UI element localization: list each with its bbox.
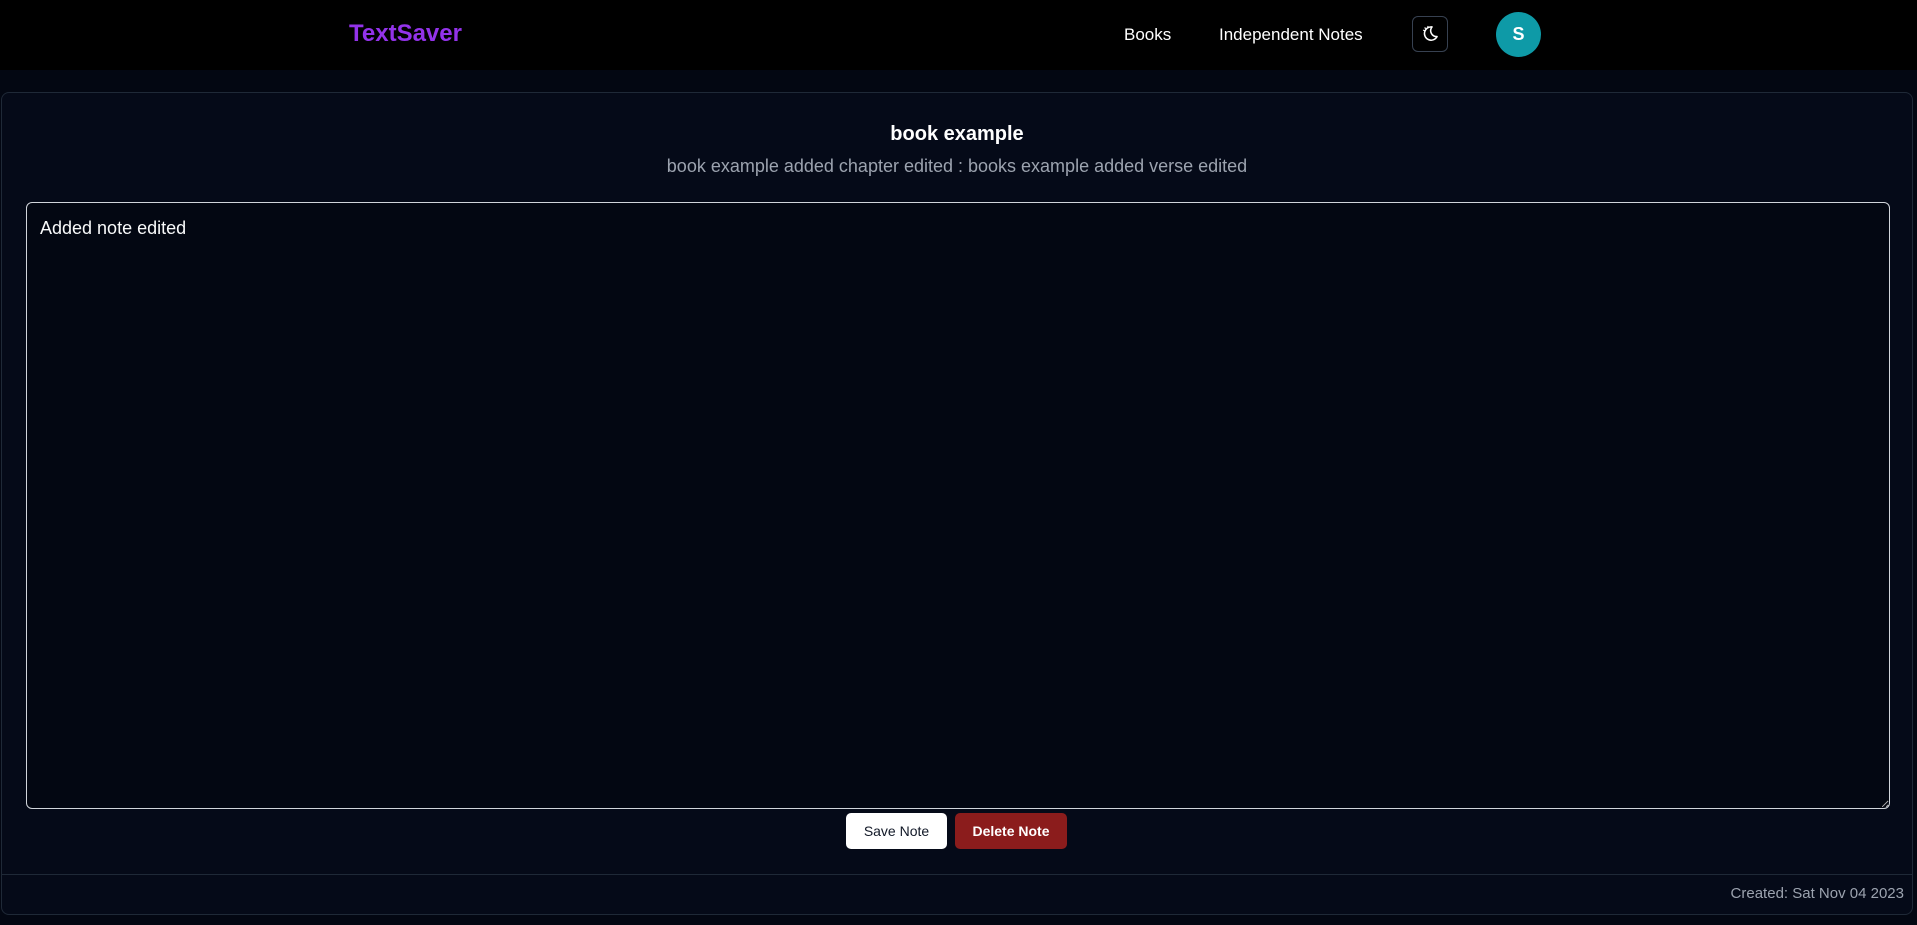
top-navbar: TextSaver Books Independent Notes S	[0, 0, 1917, 70]
user-avatar[interactable]: S	[1496, 12, 1541, 57]
chapter-verse-subtitle: book example added chapter edited : book…	[666, 156, 1248, 176]
created-date: Created: Sat Nov 04 2023	[1730, 885, 1904, 902]
card-footer: Created: Sat Nov 04 2023	[2, 874, 1912, 915]
delete-note-button[interactable]: Delete Note	[955, 813, 1067, 849]
theme-toggle-button[interactable]	[1412, 16, 1448, 52]
book-title: book example	[890, 123, 1024, 145]
save-note-button[interactable]: Save Note	[846, 813, 947, 849]
note-content-textarea[interactable]	[26, 202, 1890, 809]
brand-logo-link[interactable]: TextSaver	[349, 19, 462, 49]
moon-icon	[1422, 25, 1438, 41]
note-card: book example book example added chapter …	[1, 92, 1913, 915]
nav-link-independent-notes[interactable]: Independent Notes	[1219, 24, 1363, 46]
nav-link-books[interactable]: Books	[1124, 24, 1171, 46]
